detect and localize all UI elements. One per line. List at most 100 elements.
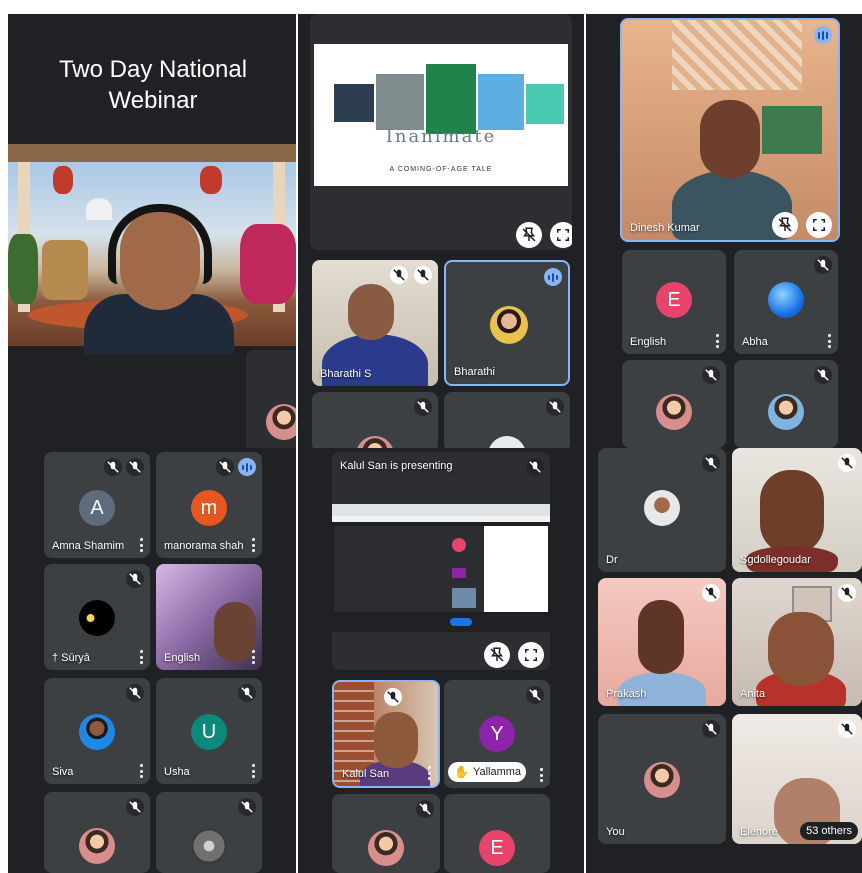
participant-avatar (368, 830, 404, 866)
more-options-icon[interactable] (250, 538, 256, 552)
fullscreen-button[interactable] (518, 642, 544, 668)
mic-off-icon (416, 800, 434, 818)
host-video[interactable] (8, 144, 296, 354)
participant-tile[interactable]: Anita (732, 578, 862, 706)
pin-button[interactable] (484, 642, 510, 668)
participant-tile[interactable] (444, 392, 570, 448)
participant-tile[interactable]: You (598, 714, 726, 844)
participant-avatar (490, 306, 528, 344)
person-head (760, 470, 824, 554)
participant-avatar: m (191, 490, 227, 526)
panel-mid-top: Inanimate A COMING-OF-AGE TALE Bharathi … (298, 14, 584, 448)
mic-off-icon (238, 684, 256, 702)
participant-avatar (356, 436, 394, 448)
participant-avatar (79, 828, 115, 864)
mic-off-icon (390, 266, 408, 284)
slide-strip (324, 64, 564, 134)
participant-tile[interactable]: E English (622, 250, 726, 354)
participant-avatar (644, 490, 680, 526)
mic-off-icon (838, 584, 856, 602)
participant-tile[interactable] (156, 792, 262, 873)
mic-off-icon (838, 720, 856, 738)
window-grille (672, 20, 802, 90)
mic-off-icon (126, 798, 144, 816)
mic-off-icon (702, 720, 720, 738)
tv-screen (762, 106, 822, 154)
chair-left (42, 240, 88, 300)
more-options-icon[interactable] (826, 334, 832, 348)
participant-tile[interactable]: Dinesh Kumar (620, 18, 840, 242)
mic-off-icon (838, 454, 856, 472)
plant-left (8, 234, 38, 304)
slide: Inanimate A COMING-OF-AGE TALE (314, 44, 568, 186)
more-options-icon[interactable] (138, 764, 144, 778)
slide-title: Inanimate (385, 126, 497, 147)
participant-tile[interactable] (312, 392, 438, 448)
participant-avatar (191, 828, 227, 864)
participant-tile[interactable]: U Usha (156, 678, 262, 784)
shared-screen (332, 504, 550, 632)
participant-name: Yallamma (472, 766, 522, 778)
participant-tile[interactable]: Bharathi (444, 260, 570, 386)
participant-name: Bharathi S (320, 368, 372, 380)
fullscreen-button[interactable] (806, 212, 832, 238)
more-options-icon[interactable] (250, 764, 256, 778)
hidden-tile[interactable] (246, 350, 296, 448)
participant-tile[interactable]: Dr (598, 448, 726, 572)
participant-avatar: E (656, 282, 692, 318)
more-options-icon[interactable] (138, 650, 144, 664)
person-head (700, 100, 760, 178)
panel-mid-bottom: Kalul San is presenting Kalul San Y ✋ Ya… (298, 448, 584, 873)
pergola-roof (8, 144, 296, 162)
participant-tile[interactable] (332, 794, 440, 873)
mic-off-icon (216, 458, 234, 476)
participant-tile[interactable]: Y ✋ Yallamma (444, 680, 550, 788)
mic-off-icon (126, 570, 144, 588)
person-head (638, 600, 684, 674)
participant-tile[interactable]: Kalul San (332, 680, 440, 788)
participant-tile[interactable]: m manorama shah (156, 452, 262, 558)
participant-name: Siva (52, 766, 74, 778)
participant-tile[interactable]: English (156, 564, 262, 670)
speaking-icon (238, 458, 256, 476)
presentation-tile[interactable]: Inanimate A COMING-OF-AGE TALE (310, 14, 572, 250)
participant-tile[interactable]: Siva (44, 678, 150, 784)
participant-tile[interactable]: † Sūryā (44, 564, 150, 670)
participant-name: Amna Shamim (52, 540, 125, 552)
participant-name: English (164, 652, 201, 664)
participant-tile[interactable] (622, 360, 726, 448)
others-count-chip[interactable]: 53 others (800, 822, 858, 840)
fullscreen-button[interactable] (550, 222, 572, 248)
participant-tile[interactable]: Abha (734, 250, 838, 354)
more-options-icon[interactable] (714, 334, 720, 348)
participant-tile[interactable]: Prakash (598, 578, 726, 706)
participant-tile[interactable]: A Amna Shamim (44, 452, 150, 558)
more-options-icon[interactable] (250, 650, 256, 664)
more-options-icon[interactable] (426, 766, 432, 780)
mic-off-icon (546, 398, 564, 416)
pin-button[interactable] (772, 212, 798, 238)
more-options-icon[interactable] (538, 768, 544, 782)
fullscreen-icon (525, 649, 537, 661)
presentation-tile[interactable]: Kalul San is presenting (332, 452, 550, 670)
participant-tile[interactable] (734, 360, 838, 448)
participant-tile[interactable]: Elenore 53 others (732, 714, 862, 844)
pin-button[interactable] (516, 222, 542, 248)
participant-avatar (266, 404, 296, 440)
participant-tile[interactable]: Sgdollegoudar (732, 448, 862, 572)
participant-name: Dinesh Kumar (630, 222, 700, 234)
mic-off-icon (414, 266, 432, 284)
mic-off-icon (526, 458, 544, 476)
panel-left-top: Two Day National Webinar (8, 14, 296, 448)
participant-avatar (79, 600, 115, 636)
mic-off-icon (814, 256, 832, 274)
participant-avatar (768, 394, 804, 430)
fullscreen-icon (557, 229, 569, 241)
participant-tile[interactable]: E (444, 794, 550, 873)
participant-name: Abha (742, 336, 768, 348)
participant-tile[interactable]: Bharathi S (312, 260, 438, 386)
more-options-icon[interactable] (138, 538, 144, 552)
participant-tile[interactable] (44, 792, 150, 873)
participant-name: You (606, 826, 625, 838)
mic-off-icon (126, 458, 144, 476)
